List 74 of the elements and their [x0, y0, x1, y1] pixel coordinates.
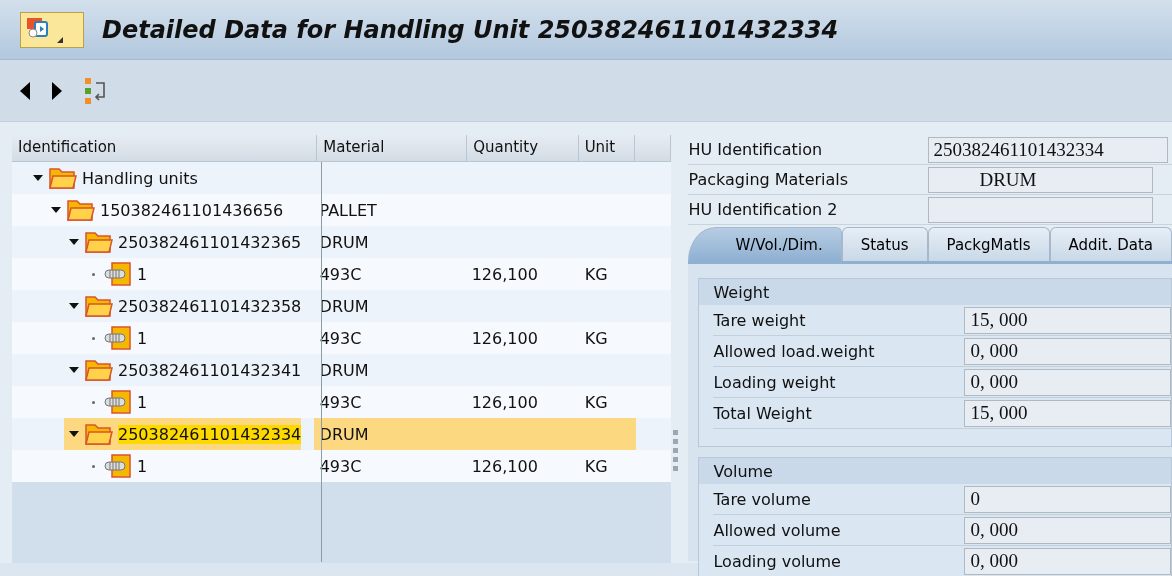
- input-field[interactable]: [928, 196, 1154, 223]
- unit-cell: KG: [584, 264, 608, 284]
- field-label: Tare weight: [713, 310, 807, 330]
- tab[interactable]: Status: [841, 227, 928, 261]
- window-title: Detailed Data for Handling Unit 250382461101432334: [102, 15, 839, 44]
- material-cell: 493C: [319, 264, 362, 284]
- column-header[interactable]: Unit: [578, 135, 635, 161]
- tree-node-label[interactable]: Handling units: [82, 168, 198, 188]
- material-cell: 493C: [319, 392, 362, 412]
- input-field[interactable]: 0, 000: [964, 516, 1171, 544]
- spring-coil-icon: [103, 325, 133, 351]
- input-field[interactable]: 15, 000: [964, 399, 1171, 427]
- group-title: Volume: [699, 458, 1171, 484]
- group-title: Weight: [699, 279, 1171, 305]
- column-header[interactable]: Quantity: [467, 135, 579, 161]
- column-header[interactable]: Identification: [12, 135, 318, 161]
- spring-coil-icon: [103, 389, 133, 415]
- unit-cell: KG: [584, 392, 608, 412]
- tree-node-label[interactable]: 150382461101436656: [100, 200, 284, 220]
- system-menu-button[interactable]: [20, 11, 84, 48]
- leaf-dot-icon: [92, 272, 95, 276]
- folder-icon: [84, 422, 114, 446]
- tab[interactable]: Addit. Data: [1049, 227, 1172, 261]
- unit-cell: KG: [584, 456, 608, 476]
- field-label: HU Identification 2: [688, 200, 839, 219]
- spring-coil-icon: [103, 453, 133, 479]
- field-label: Packaging Materials: [688, 170, 850, 189]
- material-cell: 493C: [319, 456, 362, 476]
- quantity-cell: 126,100: [471, 456, 538, 476]
- collapse-arrow-icon[interactable]: [68, 429, 80, 439]
- quantity-cell: 126,100: [471, 328, 538, 348]
- field-label: Tare volume: [713, 489, 812, 509]
- quantity-cell: 126,100: [471, 264, 538, 284]
- tree-node-label[interactable]: 1: [137, 328, 148, 348]
- field-label: Allowed load.weight: [713, 341, 876, 361]
- folder-icon: [48, 166, 78, 190]
- tab[interactable]: W/Vol./Dim.: [688, 227, 842, 261]
- quantity-cell: 126,100: [471, 392, 538, 412]
- tree-node-label[interactable]: 250382461101432358: [118, 296, 302, 316]
- leaf-dot-icon: [92, 464, 95, 468]
- field-label: Allowed volume: [713, 520, 842, 540]
- input-field[interactable]: DRUM: [928, 166, 1154, 193]
- unit-cell: KG: [584, 328, 608, 348]
- tree-node-label[interactable]: 1: [137, 456, 148, 476]
- leaf-dot-icon: [92, 400, 95, 404]
- collapse-arrow-icon[interactable]: [68, 365, 80, 375]
- spring-coil-icon: [103, 261, 133, 287]
- input-field[interactable]: 250382461101432334: [928, 136, 1169, 163]
- input-field[interactable]: 15, 000: [964, 306, 1171, 334]
- collapse-arrow-icon[interactable]: [68, 237, 80, 247]
- folder-icon: [66, 198, 96, 222]
- folder-icon: [84, 358, 114, 382]
- tree-node-label[interactable]: 250382461101432341: [118, 360, 302, 380]
- collapse-arrow-icon[interactable]: [32, 173, 44, 183]
- material-cell: 493C: [319, 328, 362, 348]
- tree-node-label[interactable]: 250382461101432334: [118, 424, 302, 444]
- tree-node-label[interactable]: 1: [137, 392, 148, 412]
- field-label: HU Identification: [688, 140, 824, 159]
- input-field[interactable]: 0, 000: [964, 547, 1171, 575]
- input-field[interactable]: 0: [964, 485, 1171, 513]
- field-label: Loading weight: [713, 372, 837, 392]
- field-label: Total Weight: [713, 403, 813, 423]
- input-field[interactable]: 0, 000: [964, 368, 1171, 396]
- collapse-arrow-icon[interactable]: [68, 301, 80, 311]
- column-header[interactable]: Material: [317, 135, 468, 161]
- collapse-arrow-icon[interactable]: [50, 205, 62, 215]
- folder-icon: [84, 294, 114, 318]
- input-field[interactable]: 0, 000: [964, 337, 1171, 365]
- tab[interactable]: PackgMatls: [927, 227, 1050, 261]
- field-label: Loading volume: [713, 551, 842, 571]
- tree-node-label[interactable]: 250382461101432365: [118, 232, 302, 252]
- folder-icon: [84, 230, 114, 254]
- tree-node-label[interactable]: 1: [137, 264, 148, 284]
- leaf-dot-icon: [92, 336, 95, 340]
